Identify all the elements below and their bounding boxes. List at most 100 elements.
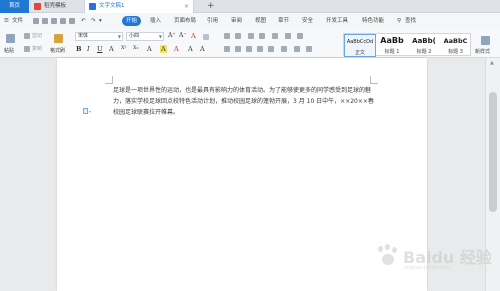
style-heading-3[interactable]: AaBbC 标题 3: [440, 34, 471, 57]
menu-bar: ☰ 文件 ↶ ↷ ▾ 开始 插入 页面布局 引用 审阅 视图 章节 安全 开发工…: [0, 13, 500, 29]
distribute-icon[interactable]: [268, 46, 274, 52]
style-heading-2[interactable]: AaBb( 标题 2: [408, 34, 440, 57]
home-tab[interactable]: 首页: [0, 0, 29, 13]
font-size-value: 小四: [129, 33, 140, 39]
style-preview: AaBb: [380, 36, 404, 45]
increase-indent-icon[interactable]: [259, 33, 265, 39]
justify-icon[interactable]: [257, 46, 263, 52]
save-icon[interactable]: [33, 13, 39, 29]
new-style-label: 新样式: [475, 49, 491, 55]
new-tab-button[interactable]: +: [207, 0, 215, 13]
clear-format-button[interactable]: A: [191, 32, 196, 40]
corner-mark: [370, 76, 378, 84]
pinyin-icon[interactable]: [203, 34, 209, 40]
char-border-icon[interactable]: A: [188, 45, 193, 53]
style-name: 标题 3: [448, 49, 463, 55]
tab-bar: 首页 稻壳模板 文字文稿1 × +: [0, 0, 500, 13]
menu-security[interactable]: 安全: [302, 13, 313, 29]
font-color-icon[interactable]: A: [174, 45, 179, 53]
brush-icon: [54, 34, 63, 43]
sort-icon[interactable]: [285, 33, 291, 39]
menu-review[interactable]: 审阅: [231, 13, 242, 29]
cut-button[interactable]: 剪切: [24, 32, 46, 40]
style-preview: AaBbC: [443, 37, 468, 45]
copy-label: 复制: [32, 46, 43, 52]
font-grow-button[interactable]: A⁺: [168, 32, 176, 39]
decrease-indent-icon[interactable]: [248, 33, 254, 39]
style-name: 标题 1: [384, 49, 400, 55]
docer-icon: [34, 3, 41, 10]
align-left-icon[interactable]: [224, 46, 230, 52]
export-icon[interactable]: [69, 13, 75, 29]
scroll-up-icon[interactable]: ▲: [490, 60, 494, 66]
menu-file[interactable]: 文件: [12, 13, 23, 29]
paw-icon: [376, 244, 400, 266]
borders-icon[interactable]: [306, 46, 312, 52]
chinese-layout-icon[interactable]: [272, 33, 278, 39]
print-icon[interactable]: [51, 13, 57, 29]
numbered-list-icon[interactable]: [235, 33, 241, 39]
tab-label: 稻壳模板: [44, 3, 67, 9]
align-center-icon[interactable]: [235, 46, 241, 52]
subscript-icon[interactable]: X₂: [133, 45, 139, 51]
print-preview-icon[interactable]: [60, 13, 66, 29]
search-button[interactable]: 查找: [405, 13, 416, 29]
undo-icon[interactable]: ↶: [81, 13, 86, 29]
hamburger-icon[interactable]: ☰: [4, 13, 9, 29]
menu-view[interactable]: 视图: [255, 13, 266, 29]
chevron-down-icon: ▼: [158, 34, 162, 39]
align-right-icon[interactable]: [246, 46, 252, 52]
style-name: 正文: [354, 50, 365, 56]
document-paragraph[interactable]: 足球是一项世界性的运动，也是最具有影响力的体育活动。为了能够使更多的同学感受到足…: [113, 85, 375, 118]
paste-label: 粘贴: [4, 48, 15, 54]
baidu-jingyan-watermark: Baidu 经验 jingyan.baidu.com: [376, 238, 492, 278]
menu-features[interactable]: 特色功能: [362, 13, 384, 29]
close-icon[interactable]: ×: [184, 0, 189, 13]
underline-icon[interactable]: U: [97, 45, 102, 53]
tab-docer-templates[interactable]: 稻壳模板: [30, 0, 82, 13]
font-shrink-button[interactable]: A⁻: [179, 32, 187, 39]
style-preview: AaBb(: [412, 37, 436, 45]
char-shading-icon[interactable]: A: [200, 45, 205, 53]
scroll-thumb[interactable]: [489, 92, 497, 212]
copy-button[interactable]: 复制: [24, 45, 46, 53]
bullet-list-icon[interactable]: [224, 33, 230, 39]
bold-icon[interactable]: B: [76, 45, 82, 53]
font-size-select[interactable]: 小四 ▼: [126, 32, 164, 41]
search-icon[interactable]: ⚲: [397, 13, 401, 29]
highlight-icon[interactable]: A: [160, 45, 167, 53]
chevron-down-icon[interactable]: ▾: [99, 13, 102, 29]
format-painter-button[interactable]: 格式刷: [50, 31, 68, 56]
font-name-select[interactable]: 宋体 ▼: [75, 32, 123, 41]
corner-mark: [105, 76, 113, 84]
paste-button[interactable]: 粘贴: [4, 31, 18, 56]
style-name: 标题 2: [416, 49, 432, 55]
shading-icon[interactable]: [294, 46, 300, 52]
paste-icon: [6, 34, 15, 43]
styles-gallery: AaBbCcDd 正文 AaBb 标题 1 AaBb( 标题 2 AaBbC 标…: [343, 33, 471, 57]
show-marks-icon[interactable]: [297, 33, 303, 39]
menu-reference[interactable]: 引用: [207, 13, 218, 29]
watermark-url: jingyan.baidu.com: [404, 265, 451, 271]
text-effect-icon[interactable]: A: [147, 45, 152, 53]
menu-page-layout[interactable]: 页面布局: [174, 13, 196, 29]
italic-icon[interactable]: I: [87, 45, 90, 53]
new-style-icon: [481, 36, 490, 45]
menu-insert[interactable]: 插入: [150, 13, 161, 29]
new-style-button[interactable]: 新样式: [474, 33, 498, 56]
strikethrough-icon[interactable]: A: [109, 45, 114, 53]
line-spacing-icon[interactable]: [281, 46, 287, 52]
style-heading-1[interactable]: AaBb 标题 1: [376, 34, 408, 57]
menu-section[interactable]: 章节: [278, 13, 289, 29]
style-normal[interactable]: AaBbCcDd 正文: [344, 34, 376, 57]
tab-document[interactable]: 文字文稿1 ×: [84, 0, 194, 13]
menu-home[interactable]: 开始: [122, 16, 142, 26]
writer-doc-icon: [89, 3, 96, 10]
format-painter-label: 格式刷: [50, 48, 66, 54]
redo-icon[interactable]: ↷: [91, 13, 96, 29]
menu-developer[interactable]: 开发工具: [326, 13, 348, 29]
quick-access-icon[interactable]: [42, 13, 48, 29]
paragraph-layout-icon[interactable]: ▾: [83, 108, 91, 115]
superscript-icon[interactable]: X²: [121, 45, 127, 51]
document-page[interactable]: ▾ 足球是一项世界性的运动，也是最具有影响力的体育活动。为了能够使更多的同学感受…: [57, 58, 427, 291]
